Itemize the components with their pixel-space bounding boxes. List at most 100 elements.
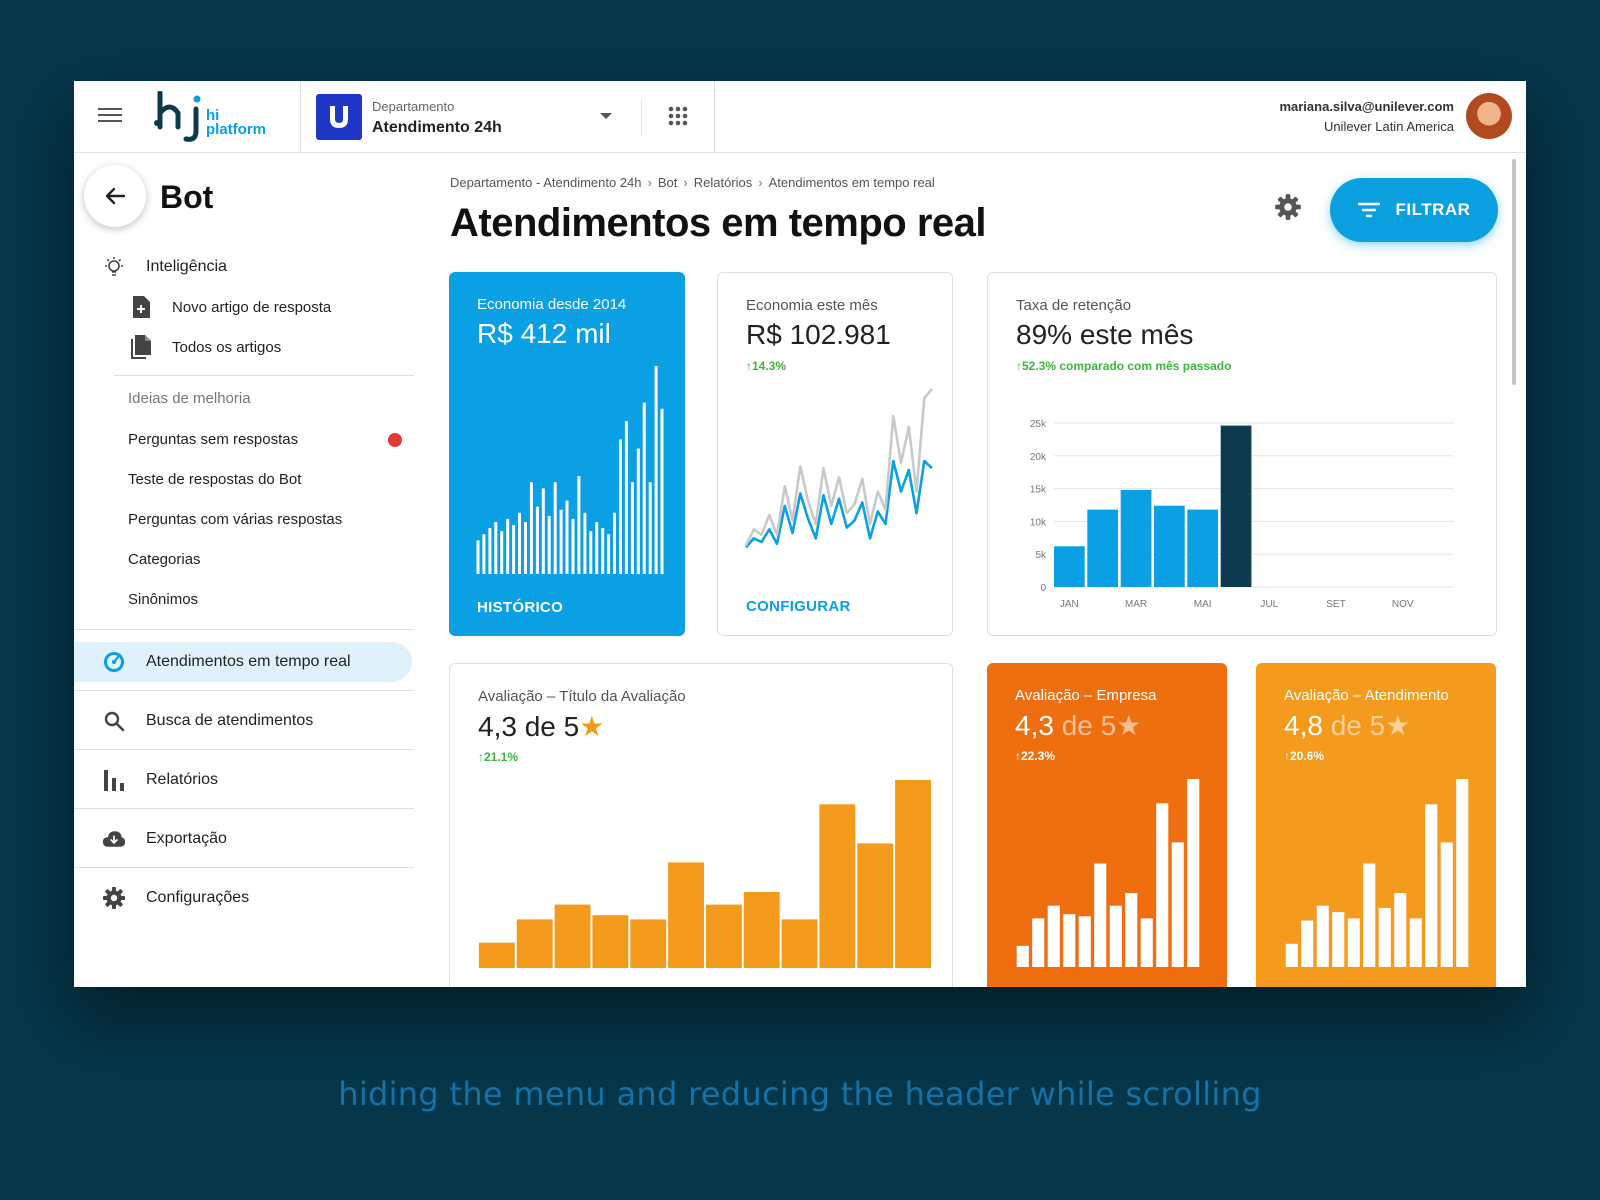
sidebar-item-search[interactable]: Busca de atendimentos (74, 701, 414, 741)
sidebar-item-intelligence[interactable]: Inteligência (74, 247, 414, 287)
chart-y-tick-label: 15k (1030, 485, 1047, 496)
chart-x-tick-label: MAR (1125, 599, 1147, 610)
chart-bar (506, 518, 510, 574)
card-label: Taxa de retenção (1016, 297, 1132, 314)
breadcrumb-item[interactable]: Bot (658, 175, 678, 190)
chart-bar (554, 904, 591, 968)
rating-value: 4,8 (1284, 710, 1323, 741)
apps-grid-icon[interactable] (667, 105, 689, 127)
savings-history-chart (476, 366, 664, 574)
chart-bar (583, 512, 587, 574)
card-delta: ↑22.3% (1015, 749, 1056, 763)
page-title: Atendimentos em tempo real (450, 201, 987, 245)
chart-bar (1054, 546, 1085, 587)
chart-y-tick-label: 20k (1030, 452, 1047, 463)
chart-bar (743, 892, 780, 968)
history-link[interactable]: HISTÓRICO (477, 599, 563, 616)
search-icon (102, 709, 126, 733)
chart-bar (559, 509, 563, 574)
topbar-divider (300, 81, 301, 153)
chart-x-tick-label: MAI (1194, 599, 1212, 610)
filter-button[interactable]: FILTRAR (1330, 178, 1498, 242)
breadcrumb-separator: › (683, 175, 688, 190)
sidebar-item-multi-answers[interactable]: Perguntas com várias respostas (128, 511, 408, 528)
chart-bar (529, 482, 533, 574)
chart-bar (1087, 509, 1118, 587)
chart-bar (1394, 893, 1407, 967)
card-delta: ↑20.6% (1284, 749, 1325, 763)
sidebar-divider (74, 867, 414, 868)
chart-bar (1363, 863, 1376, 967)
chart-bar (1285, 943, 1298, 967)
chart-bar (518, 512, 521, 574)
breadcrumb-item: Atendimentos em tempo real (768, 175, 935, 190)
card-rating-service[interactable]: Avaliação – Atendimento 4,8 de 5★ ↑20.6% (1256, 663, 1496, 987)
chart-bar (535, 506, 539, 574)
breadcrumb-item[interactable]: Relatórios (694, 175, 753, 190)
sidebar-title: Bot (160, 179, 214, 215)
sidebar-item-unanswered[interactable]: Perguntas sem respostas (128, 431, 408, 448)
settings-gear-icon[interactable] (1274, 193, 1302, 221)
chart-bar (619, 439, 622, 574)
chart-bar (601, 528, 605, 574)
speedometer-icon (102, 650, 126, 674)
card-label: Avaliação – Empresa (1015, 687, 1157, 704)
sidebar-item-synonyms[interactable]: Sinônimos (128, 591, 408, 608)
card-label: Avaliação – Título da Avaliação (478, 688, 686, 705)
chart-bar (636, 448, 640, 574)
card-rating-title[interactable]: Avaliação – Título da Avaliação 4,3 de 5… (449, 663, 953, 987)
card-value: R$ 102.981 (746, 319, 891, 350)
chart-bar (819, 804, 856, 968)
card-value: R$ 412 mil (477, 318, 611, 349)
sidebar-item-new-article[interactable]: Novo artigo de resposta (128, 290, 408, 324)
chart-bar (592, 915, 629, 968)
chart-bar (1440, 842, 1453, 967)
user-email: mariana.silva@unilever.com (1279, 99, 1454, 114)
department-name[interactable]: Atendimento 24h (372, 119, 502, 137)
sidebar-item-label: Atendimentos em tempo real (146, 653, 351, 670)
hamburger-menu-icon[interactable] (98, 105, 122, 129)
card-savings-month[interactable]: Economia este mês R$ 102.981 ↑14.3% CONF… (717, 272, 953, 636)
chart-series-line (745, 459, 933, 549)
sidebar-item-realtime[interactable]: Atendimentos em tempo real (74, 642, 414, 682)
sidebar-item-settings[interactable]: Configurações (74, 878, 414, 918)
unilever-logo (316, 94, 362, 140)
rating-title-chart (478, 780, 931, 968)
back-button[interactable] (84, 165, 146, 227)
card-rating-company[interactable]: Avaliação – Empresa 4,3 de 5★ ↑22.3% (987, 663, 1227, 987)
topbar-divider (641, 99, 642, 135)
chart-y-tick-label: 10k (1030, 517, 1047, 528)
rating-company-chart (1016, 779, 1200, 967)
scrollbar-thumb[interactable] (1512, 159, 1516, 385)
chart-bar (1301, 920, 1314, 967)
chart-bar (630, 482, 634, 574)
breadcrumb-item[interactable]: Departamento - Atendimento 24h (450, 175, 642, 190)
sidebar-item-bot-test[interactable]: Teste de respostas do Bot (128, 471, 408, 488)
sidebar-item-export[interactable]: Exportação (74, 819, 414, 859)
gear-icon (102, 886, 126, 910)
sidebar-item-label: Busca de atendimentos (146, 712, 314, 729)
chart-y-tick-label: 25k (1030, 419, 1047, 430)
card-value: 4,3 de 5★ (1015, 709, 1141, 742)
chart-bar (857, 843, 894, 968)
rating-value: 4,3 de 5 (478, 711, 580, 742)
sidebar-divider (114, 375, 414, 376)
caption: hiding the menu and reducing the header … (338, 1075, 1262, 1113)
card-savings-total[interactable]: Economia desde 2014 R$ 412 mil HISTÓRICO (449, 272, 685, 636)
rating-value: 4,3 (1015, 710, 1054, 741)
configure-link[interactable]: CONFIGURAR (746, 598, 851, 615)
chart-bar (613, 512, 616, 574)
chart-bar (516, 919, 553, 968)
card-retention[interactable]: Taxa de retenção 89% este mês ↑52.3% com… (987, 272, 1497, 636)
sidebar-item-reports[interactable]: Relatórios (74, 760, 414, 800)
department-label: Departamento (372, 99, 455, 114)
rating-scale: de 5 (1330, 710, 1386, 741)
sidebar-item-categories[interactable]: Categorias (128, 551, 408, 568)
chevron-down-icon[interactable] (600, 113, 612, 119)
sidebar-item-all-articles[interactable]: Todos os artigos (128, 330, 408, 364)
chart-bar (476, 540, 480, 574)
unilever-u-icon (330, 106, 348, 128)
avatar[interactable] (1466, 93, 1512, 139)
filter-icon (1357, 202, 1380, 218)
chart-bar (1347, 918, 1360, 967)
